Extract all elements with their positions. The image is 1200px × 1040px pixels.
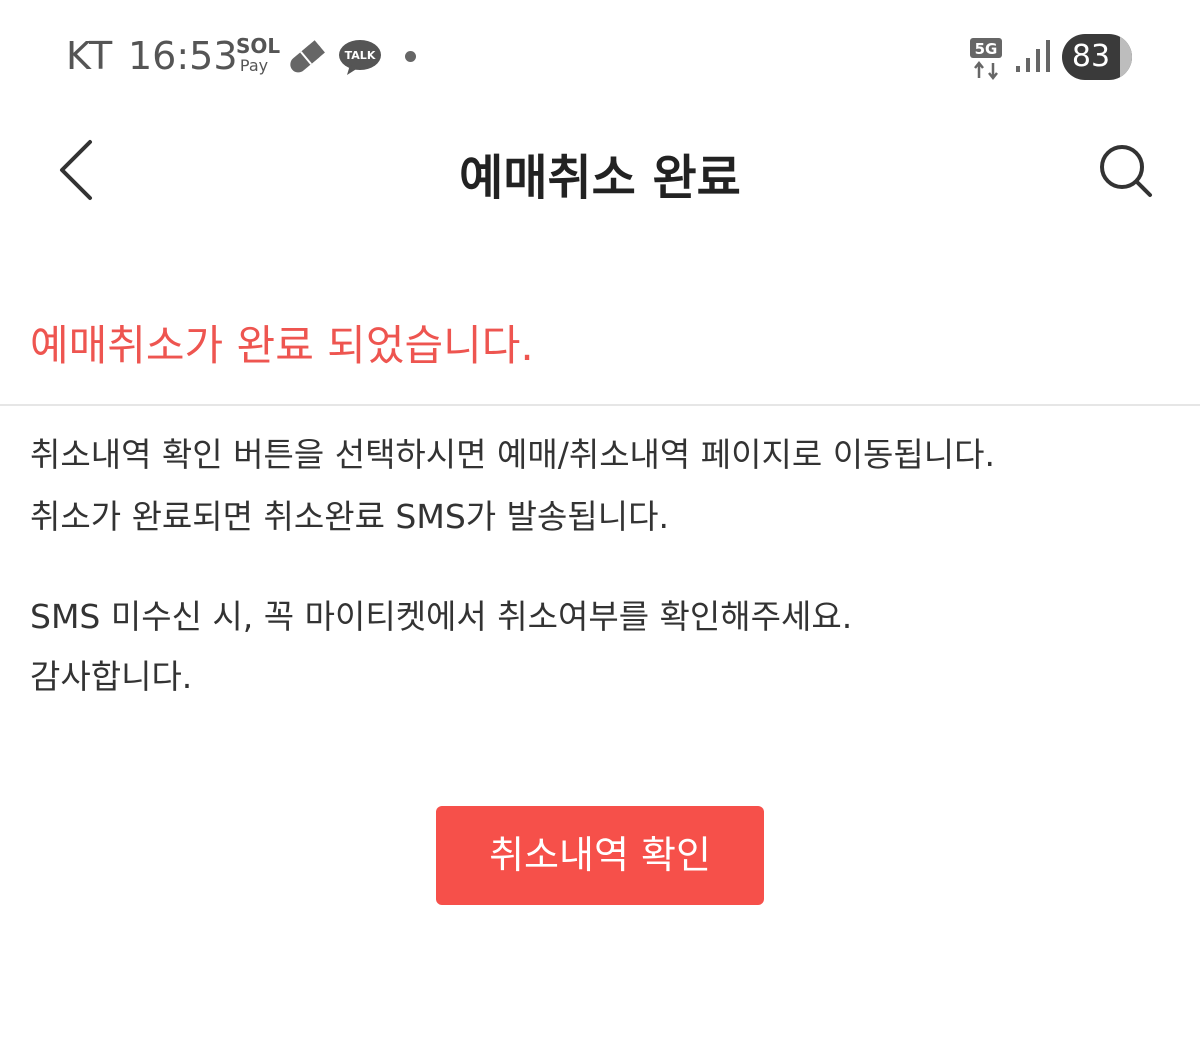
signal-icon <box>1016 40 1050 72</box>
carrier-label: KT <box>66 34 114 78</box>
divider <box>0 404 1200 406</box>
notice-line: 취소내역 확인 버튼을 선택하시면 예매/취소내역 페이지로 이동됩니다. <box>30 435 995 474</box>
network-label: 5G <box>975 40 998 58</box>
cancel-complete-screen: KT 16:53 SOL Pay TALK 5G 83 예매취소 완료 예매취소… <box>0 0 1200 1040</box>
sol-pay-top-label: SOL <box>236 34 281 58</box>
battery-icon: 83 <box>1062 34 1132 80</box>
talk-label: TALK <box>345 49 376 62</box>
pill-icon <box>290 40 325 73</box>
cancel-history-button[interactable]: 취소내역 확인 <box>436 806 764 905</box>
status-bar: KT 16:53 SOL Pay TALK 5G 83 <box>0 0 1200 110</box>
kakaotalk-icon: TALK <box>339 40 381 75</box>
search-icon <box>1100 145 1152 197</box>
notice-line: 취소가 완료되면 취소완료 SMS가 발송됩니다. <box>30 497 669 536</box>
notice-line: 감사합니다. <box>30 657 193 696</box>
battery-level: 83 <box>1071 39 1111 74</box>
app-header: 예매취소 완료 <box>0 110 1200 240</box>
battery-empty-portion <box>1120 34 1132 80</box>
page-title: 예매취소 완료 <box>459 150 741 206</box>
sol-pay-icon: SOL Pay <box>236 34 281 78</box>
notice-line: SMS 미수신 시, 꼭 마이티켓에서 취소여부를 확인해주세요. <box>30 597 853 636</box>
search-button[interactable] <box>1084 130 1164 210</box>
sol-pay-bottom-label: Pay <box>239 56 269 75</box>
clock: 16:53 <box>128 34 238 78</box>
5g-data-icon: 5G <box>970 38 1002 80</box>
notification-dot-icon <box>405 51 416 62</box>
cancel-complete-headline: 예매취소가 완료 되었습니다. <box>30 321 534 370</box>
